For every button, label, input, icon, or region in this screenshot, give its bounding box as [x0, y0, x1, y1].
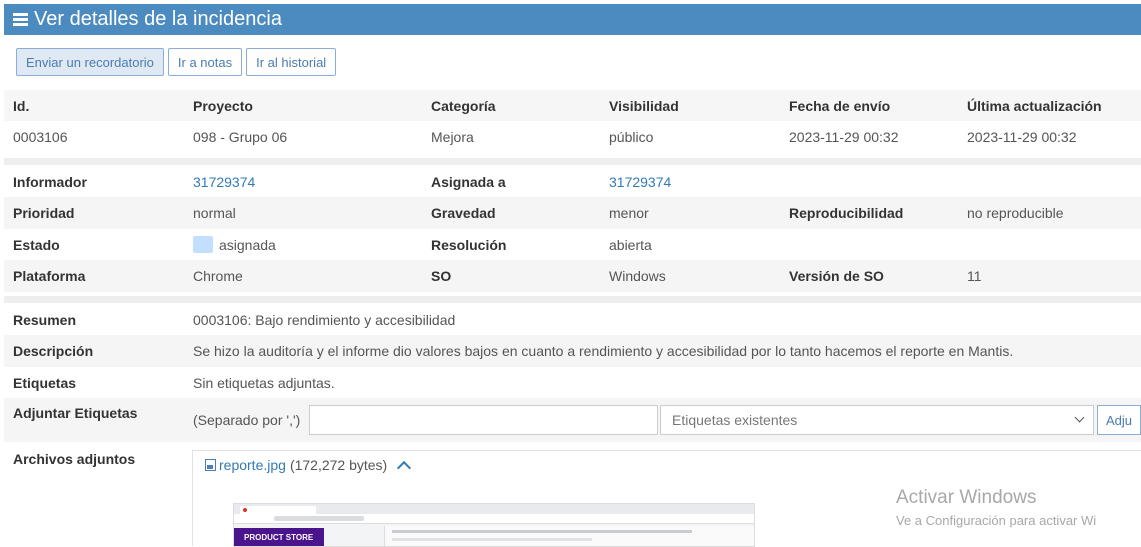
attachment-link[interactable]: reporte.jpg: [219, 457, 286, 473]
menu-icon[interactable]: [13, 13, 28, 26]
col-visibility: Visibilidad: [609, 97, 679, 114]
summary-label: Resumen: [13, 311, 77, 328]
thumbnail-store-banner: PRODUCT STORE: [234, 528, 324, 546]
assigned-label: Asignada a: [431, 173, 506, 190]
col-id: Id.: [13, 97, 30, 114]
severity-value: menor: [609, 205, 649, 221]
reproducibility-label: Reproducibilidad: [789, 205, 904, 221]
existing-tags-placeholder: Etiquetas existentes: [672, 412, 798, 428]
col-submitted: Fecha de envío: [789, 97, 891, 114]
attach-tags-row: Adjuntar Etiquetas (Separado por ',') Et…: [4, 398, 1141, 442]
tags-row: Etiquetas Sin etiquetas adjuntas.: [4, 367, 1141, 398]
reporter-link[interactable]: 31729374: [193, 174, 255, 190]
attachment-panel: reporte.jpg (172,272 bytes) PRODUCT STOR…: [192, 450, 1141, 547]
os-value: Windows: [609, 268, 666, 284]
os-version-value: 11: [967, 268, 982, 284]
status-row: Estado asignada Resolución abierta: [4, 229, 1141, 260]
reproducibility-value: no reproducible: [967, 205, 1064, 221]
attach-tags-label: Adjuntar Etiquetas: [13, 405, 138, 421]
summary-header-row: Id. Proyecto Categoría Visibilidad Fecha…: [4, 90, 1141, 121]
attachment-size: (172,272 bytes): [289, 457, 388, 473]
page-header: Ver detalles de la incidencia: [4, 4, 1141, 35]
resolution-label: Resolución: [431, 236, 507, 253]
project-value: 098 - Grupo 06: [193, 129, 288, 145]
updated-date: 2023-11-29 00:32: [967, 129, 1077, 145]
status-label: Estado: [13, 236, 60, 253]
col-project: Proyecto: [193, 97, 253, 114]
attachment-thumbnail[interactable]: PRODUCT STORE: [233, 503, 755, 547]
resolution-value: abierta: [609, 236, 652, 253]
tag-input[interactable]: [309, 405, 658, 435]
issue-id: 0003106: [13, 129, 68, 145]
go-to-history-button[interactable]: Ir al historial: [246, 48, 337, 76]
action-toolbar: Enviar un recordatorio Ir a notas Ir al …: [16, 48, 340, 76]
status-value: asignada: [219, 236, 276, 253]
attach-tags-button[interactable]: Adju: [1097, 405, 1141, 435]
col-updated: Última actualización: [967, 97, 1102, 114]
summary-value: 0003106: Bajo rendimiento y accesibilida…: [193, 311, 456, 328]
summary-values-row: 0003106 098 - Grupo 06 Mejora público 20…: [4, 121, 1141, 153]
description-row: Descripción Se hizo la auditoría y el in…: [4, 335, 1141, 367]
chevron-up-icon[interactable]: [397, 460, 412, 475]
chevron-down-icon: [1074, 412, 1085, 423]
page-title: Ver detalles de la incidencia: [34, 8, 282, 30]
existing-tags-select[interactable]: Etiquetas existentes: [660, 405, 1094, 435]
section-divider-2: [4, 296, 1141, 303]
description-label: Descripción: [13, 343, 94, 359]
platform-label: Plataforma: [13, 268, 86, 284]
severity-label: Gravedad: [431, 205, 496, 221]
platform-value: Chrome: [193, 268, 243, 284]
reporter-row: Informador 31729374 Asignada a 31729374: [4, 166, 1141, 197]
image-file-icon: [205, 459, 216, 471]
send-reminder-button[interactable]: Enviar un recordatorio: [16, 48, 164, 76]
priority-label: Prioridad: [13, 205, 75, 221]
separator-hint: (Separado por ','): [193, 412, 301, 428]
assigned-link[interactable]: 31729374: [609, 174, 671, 190]
col-category: Categoría: [431, 97, 496, 114]
visibility-value: público: [609, 129, 654, 145]
attachments-label: Archivos adjuntos: [13, 451, 136, 467]
tags-label: Etiquetas: [13, 374, 77, 391]
section-divider: [4, 158, 1141, 165]
go-to-notes-button[interactable]: Ir a notas: [167, 48, 243, 76]
tags-value: Sin etiquetas adjuntas.: [193, 374, 335, 391]
priority-row: Prioridad normal Gravedad menor Reproduc…: [4, 197, 1141, 229]
priority-value: normal: [193, 205, 236, 221]
reporter-label: Informador: [13, 173, 87, 190]
os-version-label: Versión de SO: [789, 268, 884, 284]
category-value: Mejora: [431, 129, 474, 145]
summary-row: Resumen 0003106: Bajo rendimiento y acce…: [4, 304, 1141, 335]
os-label: SO: [431, 268, 452, 284]
description-value: Se hizo la auditoría y el informe dio va…: [193, 343, 1014, 359]
status-badge: [193, 236, 213, 253]
platform-row: Plataforma Chrome SO Windows Versión de …: [4, 260, 1141, 292]
submitted-date: 2023-11-29 00:32: [789, 129, 899, 145]
